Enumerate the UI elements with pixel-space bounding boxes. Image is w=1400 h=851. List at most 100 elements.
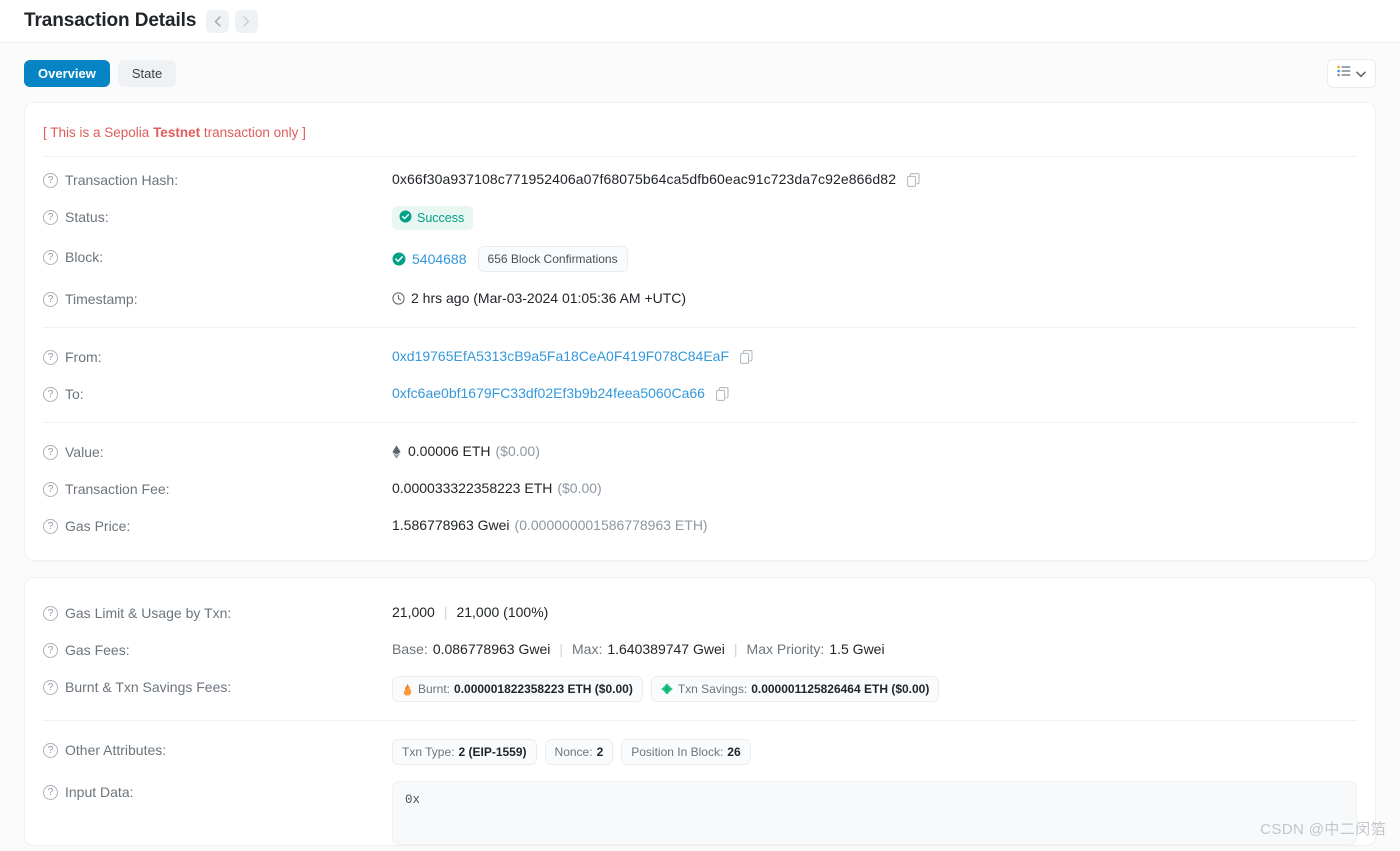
help-icon[interactable]: ? [43,172,58,188]
transaction-details-page: Transaction Details Overview State [Thi… [0,0,1400,851]
copy-icon[interactable] [716,386,729,401]
label-gas-fees: ? Gas Fees: [43,639,392,660]
prev-transaction-button[interactable] [206,9,230,33]
label-text: Value: [65,444,104,460]
txn-savings-label: Txn Savings: [677,682,748,696]
burnt-label: Burnt: [418,682,451,696]
to-address-link[interactable]: 0xfc6ae0bf1679FC33df02Ef3b9b24feea5060Ca… [392,383,705,404]
copy-icon[interactable] [740,349,753,364]
row-block: ? Block: 5404688 656 Block Confirmations [43,238,1357,280]
label-burnt-savings: ? Burnt & Txn Savings Fees: [43,676,392,697]
clock-icon [392,292,405,305]
label-transaction-hash: ? Transaction Hash: [43,169,392,190]
nonce-value: 2 [596,745,604,759]
copy-icon[interactable] [907,172,920,187]
value-burnt-savings: Burnt: 0.000001822358223 ETH ($0.00) Txn… [392,676,1357,702]
gas-fee-base-label: Base: [392,641,428,657]
label-text: Block: [65,249,104,265]
page-header: Transaction Details [0,0,1400,43]
label-text: Gas Limit & Usage by Txn: [65,605,232,621]
view-options-button[interactable] [1327,59,1376,88]
row-burnt-savings: ? Burnt & Txn Savings Fees: Burnt: 0.000… [43,668,1357,710]
transaction-fee-eth: 0.000033322358223 ETH [392,480,553,496]
help-icon[interactable]: ? [43,249,58,265]
help-icon[interactable]: ? [43,679,58,695]
label-other-attributes: ? Other Attributes: [43,739,392,760]
tab-state[interactable]: State [117,60,177,87]
label-text: Transaction Hash: [65,172,179,188]
timestamp-text: 2 hrs ago (Mar-03-2024 01:05:36 AM +UTC) [411,290,687,306]
check-circle-icon [399,210,412,226]
help-icon[interactable]: ? [43,742,58,758]
gas-fee-separator-2: | [733,641,738,657]
next-transaction-button[interactable] [235,9,259,33]
label-block: ? Block: [43,246,392,267]
label-text: Status: [65,209,109,225]
tab-bar: Overview State [0,43,1400,102]
row-gas-fees: ? Gas Fees: Base: 0.086778963 Gwei | Max… [43,631,1357,668]
help-icon[interactable]: ? [43,518,58,534]
label-text: Timestamp: [65,291,138,307]
help-icon[interactable]: ? [43,349,58,365]
row-transaction-hash: ? Transaction Hash: 0x66f30a937108c77195… [43,161,1357,198]
gas-fee-max-label: Max: [572,641,603,657]
overview-card: [ This is a Sepolia Testnet transaction … [24,102,1376,561]
txn-savings-value: 0.000001125826464 ETH ($0.00) [751,682,930,696]
txn-type-value: 2 (EIP-1559) [458,745,527,759]
value-input-data: 0x [392,781,1357,845]
chevron-left-icon [214,15,221,27]
gas-fee-max-priority-label: Max Priority: [746,641,825,657]
help-icon[interactable]: ? [43,291,58,307]
ethereum-icon [392,444,401,459]
position-in-block-value: 26 [727,745,741,759]
gas-fee-base-value: 0.086778963 Gwei [432,641,551,657]
label-text: Transaction Fee: [65,481,170,497]
label-from: ? From: [43,346,392,367]
position-in-block-chip: Position In Block: 26 [621,739,751,765]
label-text: Input Data: [65,784,134,800]
value-transaction-hash: 0x66f30a937108c771952406a07f68075b64ca5d… [392,169,1357,190]
value-transaction-fee: 0.000033322358223 ETH ($0.00) [392,478,1357,499]
txn-savings-badge: Txn Savings: 0.000001125826464 ETH ($0.0… [650,676,940,702]
label-text: Other Attributes: [65,742,167,758]
gas-usage-value: 21,000 (100%) [456,604,549,620]
testnet-notice: [ This is a Sepolia Testnet transaction … [43,125,1357,157]
label-to: ? To: [43,383,392,404]
help-icon[interactable]: ? [43,605,58,621]
label-text: Burnt & Txn Savings Fees: [65,679,232,695]
block-number-link[interactable]: 5404688 [412,249,467,270]
help-icon[interactable]: ? [43,784,58,800]
label-status: ? Status: [43,206,392,227]
row-gas-limit: ? Gas Limit & Usage by Txn: 21,000 | 21,… [43,594,1357,631]
nonce-label: Nonce: [554,745,593,759]
value-fiat: ($0.00) [495,443,540,459]
row-gas-price: ? Gas Price: 1.586778963 Gwei (0.0000000… [43,507,1357,544]
label-value: ? Value: [43,441,392,462]
block-confirmations-badge: 656 Block Confirmations [477,246,628,272]
label-text: From: [65,349,102,365]
row-to: ? To: 0xfc6ae0bf1679FC33df02Ef3b9b24feea… [43,375,1357,412]
value-eth: 0.00006 ETH [408,443,491,459]
value-timestamp: 2 hrs ago (Mar-03-2024 01:05:36 AM +UTC) [392,288,1357,309]
value-to: 0xfc6ae0bf1679FC33df02Ef3b9b24feea5060Ca… [392,383,1357,404]
row-status: ? Status: Success [43,198,1357,238]
label-gas-price: ? Gas Price: [43,515,392,536]
details-card: ? Gas Limit & Usage by Txn: 21,000 | 21,… [24,577,1376,846]
value-gas-price: 1.586778963 Gwei (0.000000001586778963 E… [392,515,1357,536]
value-from: 0xd19765EfA5313cB9a5Fa18CeA0F419F078C84E… [392,346,1357,367]
input-data-textarea[interactable]: 0x [392,781,1357,845]
transaction-fee-fiat: ($0.00) [557,480,602,496]
value-gas-limit: 21,000 | 21,000 (100%) [392,602,1357,623]
label-transaction-fee: ? Transaction Fee: [43,478,392,499]
from-address-link[interactable]: 0xd19765EfA5313cB9a5Fa18CeA0F419F078C84E… [392,346,729,367]
gas-limit-separator: | [443,604,448,620]
transaction-hash-text: 0x66f30a937108c771952406a07f68075b64ca5d… [392,171,897,187]
help-icon[interactable]: ? [43,209,58,225]
row-transaction-fee: ? Transaction Fee: 0.000033322358223 ETH… [43,470,1357,507]
help-icon[interactable]: ? [43,386,58,402]
help-icon[interactable]: ? [43,444,58,460]
row-from: ? From: 0xd19765EfA5313cB9a5Fa18CeA0F419… [43,327,1357,375]
tab-overview[interactable]: Overview [24,60,110,87]
help-icon[interactable]: ? [43,642,58,658]
help-icon[interactable]: ? [43,481,58,497]
